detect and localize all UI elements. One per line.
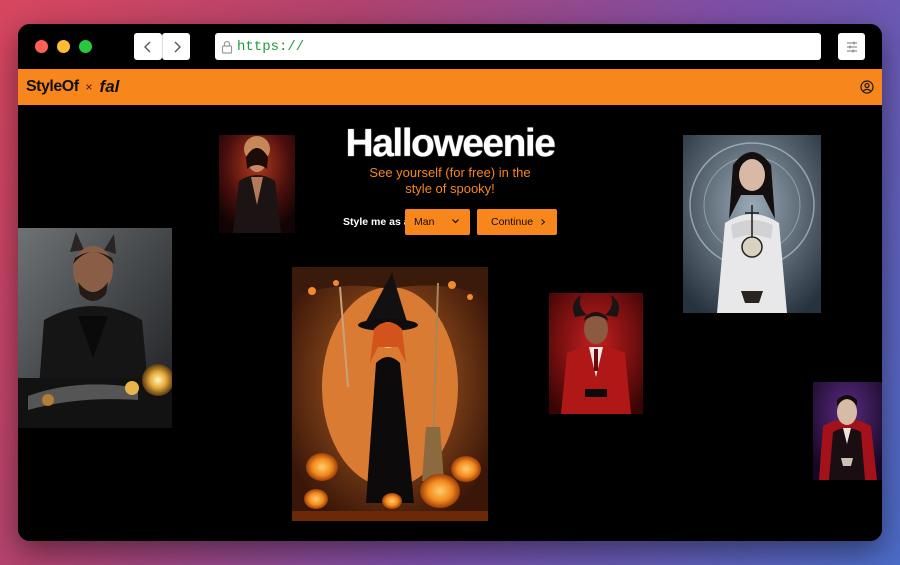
address-bar[interactable]: https:// <box>215 33 821 60</box>
gallery-image-vampire-man <box>219 135 295 233</box>
continue-button[interactable]: Continue <box>477 209 557 235</box>
lock-icon <box>221 40 233 54</box>
chevron-left-icon <box>144 41 151 52</box>
forward-button[interactable] <box>162 33 190 60</box>
browser-window: https:// StyleOf × fal Halloweenie See y… <box>18 24 882 541</box>
hero-subtitle-line-2: style of spooky! <box>405 181 495 196</box>
url-text: https:// <box>237 38 305 55</box>
gallery-image-devil-man <box>549 293 643 414</box>
back-button[interactable] <box>134 33 162 60</box>
chevron-right-icon <box>174 41 181 52</box>
hero-title: Halloweenie <box>345 122 556 165</box>
hero-subtitle: See yourself (for free) in the style of … <box>348 165 552 197</box>
brand-separator: × <box>85 80 93 94</box>
maximize-window-button[interactable] <box>79 40 92 53</box>
user-circle-icon[interactable] <box>860 80 874 94</box>
close-window-button[interactable] <box>35 40 48 53</box>
gallery-image-werewolf-biker <box>18 228 172 428</box>
browser-menu-button[interactable] <box>838 33 865 60</box>
sliders-icon <box>846 41 857 52</box>
hero-subtitle-line-1: See yourself (for free) in the <box>369 165 531 180</box>
chevron-down-icon <box>452 219 459 224</box>
browser-titlebar: https:// <box>18 24 882 69</box>
arrow-right-icon <box>541 219 546 225</box>
main-content: Halloweenie See yourself (for free) in t… <box>18 105 882 541</box>
gallery-image-vampire-cape <box>813 382 882 480</box>
gallery-image-gothic-woman <box>683 135 821 313</box>
minimize-window-button[interactable] <box>57 40 70 53</box>
continue-label: Continue <box>491 216 534 228</box>
style-select-value: Man <box>414 216 435 228</box>
brand-logo[interactable]: StyleOf <box>26 78 79 96</box>
partner-logo[interactable]: fal <box>100 77 120 97</box>
app-header: StyleOf × fal <box>18 69 882 105</box>
style-select-dropdown[interactable]: Man <box>405 209 470 235</box>
gallery-image-witch-pumpkins <box>292 267 488 521</box>
style-me-label: Style me as a <box>343 216 410 228</box>
